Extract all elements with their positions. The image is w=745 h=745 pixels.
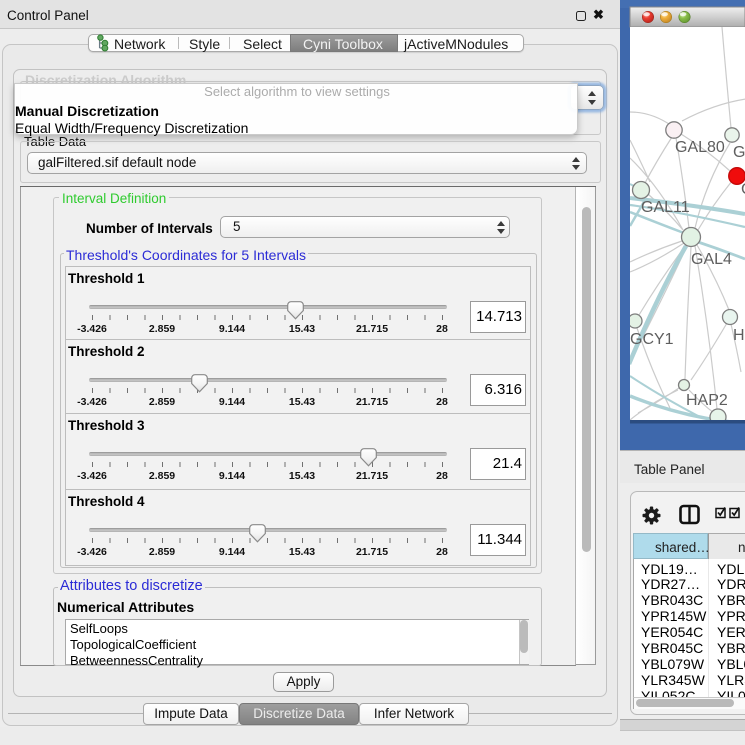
svg-text:GCY1: GCY1 bbox=[630, 331, 674, 348]
svg-text:H: H bbox=[733, 327, 745, 344]
svg-text:HAP2: HAP2 bbox=[686, 392, 728, 409]
svg-text:GA: GA bbox=[733, 144, 745, 161]
svg-text:GAL80: GAL80 bbox=[675, 139, 725, 156]
svg-text:GAL4: GAL4 bbox=[691, 251, 732, 268]
svg-text:C: C bbox=[741, 181, 745, 198]
svg-text:GAL11: GAL11 bbox=[641, 199, 690, 216]
